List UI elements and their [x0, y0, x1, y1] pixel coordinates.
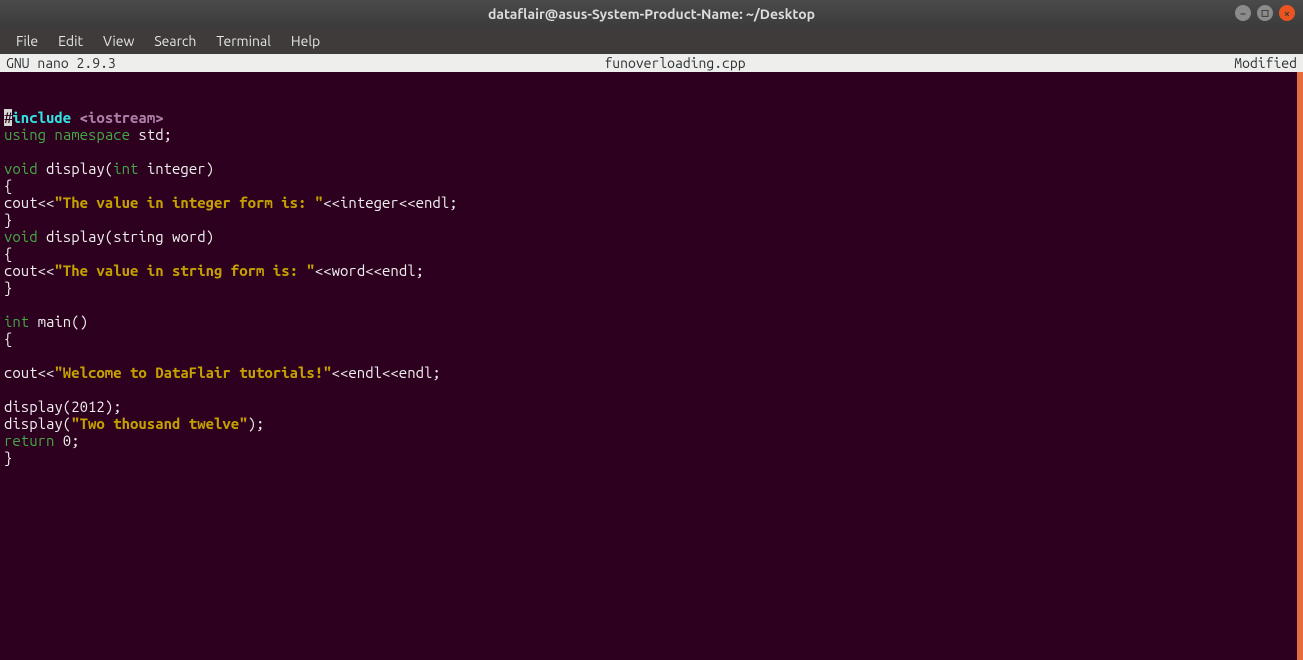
menu-view[interactable]: View	[95, 31, 142, 51]
tok-void: void	[4, 160, 38, 177]
tok-void: void	[4, 228, 38, 245]
tok-string: "Welcome to DataFlair tutorials!"	[54, 364, 331, 381]
tok-string: "Two thousand twelve"	[71, 415, 247, 432]
nano-modified-label: Modified	[1234, 54, 1297, 72]
tok-include: include	[12, 109, 71, 126]
scrollbar[interactable]	[1297, 72, 1303, 660]
window-title: dataflair@asus-System-Product-Name: ~/De…	[488, 6, 815, 22]
nano-status-bar: GNU nano 2.9.3 funoverloading.cpp Modifi…	[0, 54, 1303, 72]
close-icon[interactable]: ×	[1279, 5, 1295, 21]
menu-terminal[interactable]: Terminal	[208, 31, 279, 51]
window-controls: – ◻ ×	[1235, 5, 1295, 21]
nano-filename: funoverloading.cpp	[116, 54, 1235, 72]
nano-app-label: GNU nano 2.9.3	[6, 54, 116, 72]
menu-search[interactable]: Search	[146, 31, 204, 51]
tok-int: int	[4, 313, 29, 330]
tok-return: return	[4, 432, 54, 449]
tok-namespace: namespace	[54, 126, 130, 143]
tok-space	[71, 109, 79, 126]
tok-int: int	[113, 160, 138, 177]
menubar: File Edit View Search Terminal Help	[0, 28, 1303, 54]
minimize-icon[interactable]: –	[1235, 5, 1251, 21]
tok-string: "The value in integer form is: "	[54, 194, 323, 211]
menu-file[interactable]: File	[8, 31, 46, 51]
tok-string: "The value in string form is: "	[54, 262, 314, 279]
window-titlebar: dataflair@asus-System-Product-Name: ~/De…	[0, 0, 1303, 28]
tok-header: <iostream>	[80, 109, 164, 126]
maximize-icon[interactable]: ◻	[1257, 5, 1273, 21]
tok-using: using	[4, 126, 46, 143]
editor-area[interactable]: #include <iostream> using namespace std;…	[0, 72, 1303, 660]
menu-help[interactable]: Help	[283, 31, 328, 51]
menu-edit[interactable]: Edit	[50, 31, 91, 51]
